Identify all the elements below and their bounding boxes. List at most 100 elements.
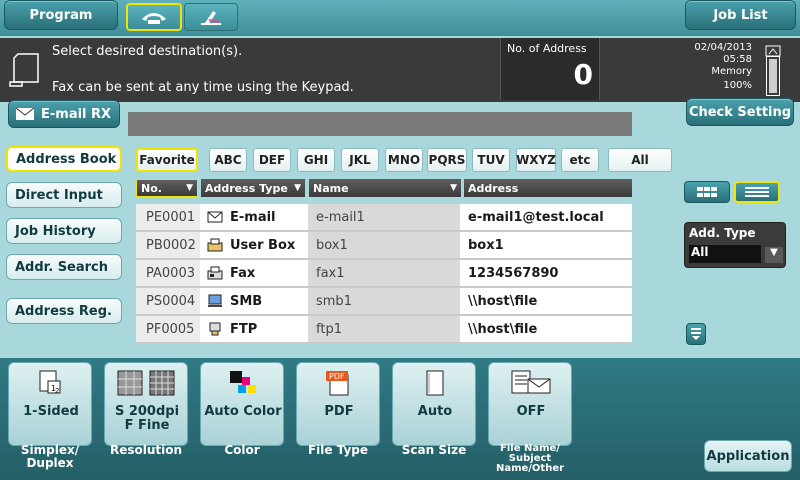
index-tab-label: etc xyxy=(569,153,591,167)
index-tab-label: MNO xyxy=(387,153,421,167)
add-type-value: All xyxy=(689,245,761,263)
index-tab-pqrs[interactable]: PQRS xyxy=(427,148,467,172)
index-tab-tuv[interactable]: TUV xyxy=(472,148,510,172)
address-count-box: No. of Address 0 xyxy=(500,38,600,100)
file-type-label: File Type xyxy=(307,443,369,457)
program-button[interactable]: Program xyxy=(4,0,118,30)
message-line-2: Fax can be sent at any time using the Ke… xyxy=(52,80,354,95)
resolution-label: Resolution xyxy=(109,443,183,457)
application-label: Application xyxy=(706,448,790,464)
nav-address-reg[interactable]: Address Reg. xyxy=(6,298,122,324)
nav-direct-input[interactable]: Direct Input xyxy=(6,182,122,208)
scroll-down-button[interactable] xyxy=(686,323,706,345)
file-name-button[interactable]: OFF xyxy=(488,362,572,446)
scan-size-button[interactable]: Auto xyxy=(392,362,476,446)
color-button[interactable]: Auto Color xyxy=(200,362,284,446)
index-tab-label: Favorite xyxy=(139,153,195,167)
row-type-label: SMB xyxy=(230,293,263,309)
memory-label: Memory xyxy=(711,66,752,77)
nav-address-book[interactable]: Address Book xyxy=(6,146,122,172)
column-header-address: Address xyxy=(464,179,632,197)
tab-fax-mode[interactable] xyxy=(126,3,182,31)
row-name: box1 xyxy=(308,232,460,258)
index-tab-label: DEF xyxy=(258,153,286,167)
index-tab-jkl[interactable]: JKL xyxy=(341,148,379,172)
index-tab-favorite[interactable]: Favorite xyxy=(136,148,198,172)
pdf-icon: PDF xyxy=(297,369,381,397)
column-header-type-label: Address Type xyxy=(205,181,288,195)
index-tab-abc[interactable]: ABC xyxy=(209,148,247,172)
table-row[interactable]: PA0003 Fax fax1 1234567890 xyxy=(136,260,632,287)
address-count-label: No. of Address xyxy=(507,42,587,55)
phone-icon xyxy=(142,13,166,24)
thumbnail-view-button[interactable] xyxy=(684,181,730,203)
fax-icon xyxy=(206,266,224,280)
info-bar xyxy=(128,112,632,136)
row-type-label: Fax xyxy=(230,265,256,281)
email-rx-label: E-mail RX xyxy=(41,106,112,122)
scroll-down-icon xyxy=(691,328,701,340)
index-tab-wxyz[interactable]: WXYZ xyxy=(516,148,556,172)
index-tab-label: PQRS xyxy=(428,153,466,167)
simplex-value: 1-Sided xyxy=(23,404,79,419)
index-tab-mno[interactable]: MNO xyxy=(385,148,423,172)
application-button[interactable]: Application xyxy=(704,440,792,472)
file-name-value: OFF xyxy=(516,404,546,419)
list-view-icon xyxy=(745,187,769,197)
file-type-button[interactable]: PDF PDF xyxy=(296,362,380,446)
row-address: 1234567890 xyxy=(460,260,632,286)
table-row[interactable]: PE0001 E-mail e-mail1 e-mail1@test.local xyxy=(136,204,632,231)
table-row[interactable]: PF0005 FTP ftp1 \\host\file xyxy=(136,316,632,343)
tab-scan-mode[interactable] xyxy=(184,3,238,31)
resolution-icon xyxy=(105,369,189,397)
table-row[interactable]: PB0002 User Box box1 box1 xyxy=(136,232,632,259)
document-icon xyxy=(8,52,44,92)
index-tab-etc[interactable]: etc xyxy=(561,148,599,172)
message-line-1: Select desired destination(s). xyxy=(52,44,243,59)
table-row[interactable]: PS0004 SMB smb1 \\host\file xyxy=(136,288,632,315)
sort-arrow-icon: ▼ xyxy=(186,183,193,193)
row-type: FTP xyxy=(200,316,308,342)
list-view-button[interactable] xyxy=(734,181,780,203)
row-address: e-mail1@test.local xyxy=(460,204,632,230)
index-tab-def[interactable]: DEF xyxy=(253,148,291,172)
row-number: PS0004 xyxy=(136,288,200,314)
top-bar xyxy=(0,0,800,36)
sort-arrow-icon: ▼ xyxy=(294,183,301,193)
nav-address-book-label: Address Book xyxy=(16,151,117,167)
row-name: e-mail1 xyxy=(308,204,460,230)
column-header-no[interactable]: No. ▼ xyxy=(136,179,198,197)
row-number: PF0005 xyxy=(136,316,200,342)
memory-value: 100% xyxy=(723,80,752,91)
column-header-type[interactable]: Address Type ▼ xyxy=(201,179,305,197)
file-name-label-line3: Name/Other xyxy=(495,463,565,474)
scan-pen-icon xyxy=(201,11,221,25)
file-name-label: File Name/ Subject Name/Other xyxy=(482,444,578,474)
nav-addr-search[interactable]: Addr. Search xyxy=(6,254,122,280)
file-type-value: PDF xyxy=(324,404,354,419)
scan-size-label: Scan Size xyxy=(401,443,467,457)
index-tab-label: ABC xyxy=(214,153,242,167)
simplex-icon: 12 xyxy=(9,369,93,397)
index-tab-label: JKL xyxy=(349,153,371,167)
nav-job-history[interactable]: Job History xyxy=(6,218,122,244)
index-tab-all[interactable]: All xyxy=(608,148,672,172)
status-box: 02/04/2013 05:58 Memory 100% xyxy=(602,38,800,100)
column-header-name[interactable]: Name ▼ xyxy=(309,179,461,197)
resolution-button[interactable]: S 200dpi F Fine xyxy=(104,362,188,446)
job-list-button[interactable]: Job List xyxy=(685,0,796,30)
index-tab-ghi[interactable]: GHI xyxy=(297,148,335,172)
add-type-select[interactable]: Add. Type All ▼ xyxy=(684,222,786,268)
svg-text:PDF: PDF xyxy=(329,372,345,381)
column-header-name-label: Name xyxy=(313,181,349,195)
resolution-value-line1: S 200dpi xyxy=(114,404,180,419)
user-box-icon xyxy=(206,238,224,252)
row-type: Fax xyxy=(200,260,308,286)
check-setting-button[interactable]: Check Setting xyxy=(686,98,794,126)
index-tab-label: WXYZ xyxy=(516,153,556,167)
row-type: E-mail xyxy=(200,204,308,230)
row-type: User Box xyxy=(200,232,308,258)
scan-size-icon xyxy=(393,369,477,397)
email-rx-button[interactable]: E-mail RX xyxy=(8,100,120,128)
simplex-duplex-button[interactable]: 12 1-Sided xyxy=(8,362,92,446)
